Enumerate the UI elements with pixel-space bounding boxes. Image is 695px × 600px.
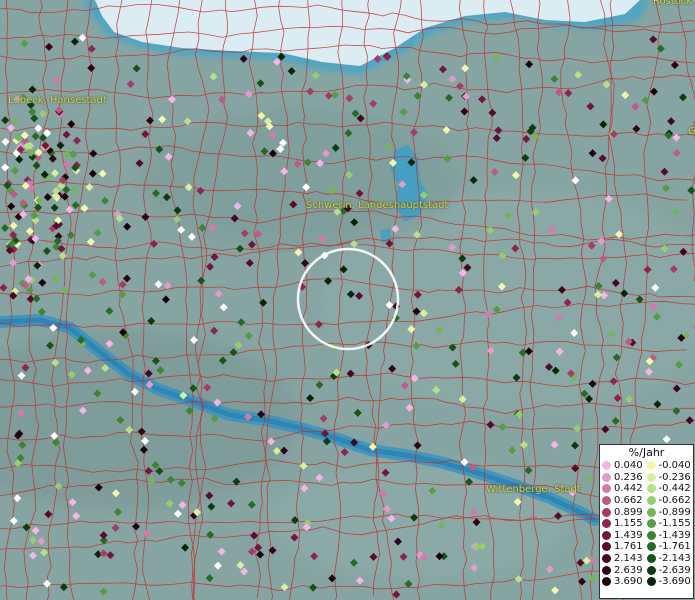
legend-entry: -0.899 [646, 506, 692, 518]
legend-value: -0.899 [658, 506, 691, 518]
legend-entry: -1.761 [646, 541, 692, 553]
legend-swatch [646, 565, 656, 575]
legend-value: -0.040 [658, 460, 691, 472]
legend-value: -0.442 [658, 483, 691, 495]
legend-swatch [646, 519, 656, 529]
legend-swatch [602, 565, 611, 575]
legend-entry: -1.439 [646, 529, 692, 542]
city-label-wittenberge: Wittenberge, Stadt [486, 484, 581, 495]
legend-swatch [602, 507, 611, 517]
legend-value: 1.761 [614, 541, 643, 553]
legend-swatch [646, 577, 656, 587]
legend-swatch [602, 484, 611, 494]
legend-value: 0.040 [614, 460, 643, 472]
city-label-schwerin: Schwerin, Landeshauptstadt [306, 200, 449, 211]
legend-entry: 2.639 [602, 564, 647, 576]
legend-swatch [646, 484, 656, 494]
legend-swatch [646, 507, 656, 517]
legend-value: 0.899 [614, 506, 643, 518]
legend-positive-column: 0.040 0.236 0.442 0.662 0.899 1.155 1.439 1.761… [602, 460, 647, 588]
legend-entry: -0.040 [646, 460, 692, 472]
legend-swatch [602, 542, 611, 552]
legend-value: 2.639 [614, 564, 643, 576]
legend-swatch [602, 554, 611, 564]
legend-value: -3.690 [658, 576, 691, 588]
legend-swatch [646, 472, 656, 482]
legend-swatch [646, 542, 656, 552]
legend-swatch [646, 554, 656, 564]
legend-entry: 1.439 [602, 530, 647, 542]
legend-value: -0.236 [658, 471, 691, 483]
legend-title: %/Jahr [628, 446, 665, 459]
legend-value: 0.442 [614, 483, 643, 495]
legend-entry: 0.040 [602, 460, 647, 472]
map-legend: %/Jahr 0.040 0.236 0.442 0.662 0.899 1.155 1.4… [599, 444, 694, 599]
legend-swatch [646, 530, 656, 540]
legend-entry: -0.662 [646, 495, 692, 507]
city-label-luebeck: Lübeck, Hansestadt [8, 95, 107, 106]
legend-swatch [602, 519, 611, 529]
legend-entry: -2.639 [646, 564, 692, 576]
map-canvas[interactable] [0, 0, 695, 600]
legend-entry: 0.662 [602, 495, 647, 507]
legend-swatch [646, 496, 656, 506]
legend-value: -0.662 [658, 495, 691, 507]
legend-swatch [602, 461, 611, 471]
legend-swatch [646, 461, 656, 471]
legend-value: 3.690 [614, 576, 643, 588]
legend-swatch [602, 472, 611, 482]
legend-swatch [602, 530, 611, 540]
legend-swatch [602, 496, 611, 506]
legend-value: 1.155 [614, 518, 643, 530]
legend-entry: 1.155 [602, 518, 647, 530]
city-label-rostock: Rostock [653, 0, 693, 7]
legend-value: -2.639 [658, 564, 691, 576]
legend-value: 1.439 [614, 529, 643, 541]
city-label-edge: G [688, 126, 695, 137]
legend-entry: 0.236 [602, 472, 647, 484]
legend-value: 0.236 [614, 471, 643, 483]
legend-value: -1.761 [658, 541, 691, 553]
legend-value: -2.143 [658, 553, 691, 565]
legend-entry: -2.143 [646, 553, 692, 565]
legend-value: 0.662 [614, 495, 643, 507]
legend-entry: -0.236 [646, 471, 692, 484]
legend-entry: 3.690 [602, 576, 647, 588]
legend-entry: -1.155 [646, 518, 692, 530]
legend-swatch [602, 577, 611, 587]
legend-entry: -0.442 [646, 483, 692, 495]
legend-entry: 1.761 [602, 541, 647, 553]
legend-value: 2.143 [614, 553, 643, 565]
legend-value: -1.439 [658, 529, 691, 541]
legend-negative-column: -0.040 -0.236 -0.442 -0.662 -0.899 -1.155 -1.4… [646, 460, 692, 588]
legend-entry: 0.899 [602, 506, 647, 518]
legend-entry: 0.442 [602, 483, 647, 495]
legend-value: -1.155 [658, 518, 691, 530]
legend-entry: -3.690 [646, 576, 692, 588]
terrain-shading [0, 0, 695, 600]
legend-entry: 2.143 [602, 553, 647, 565]
